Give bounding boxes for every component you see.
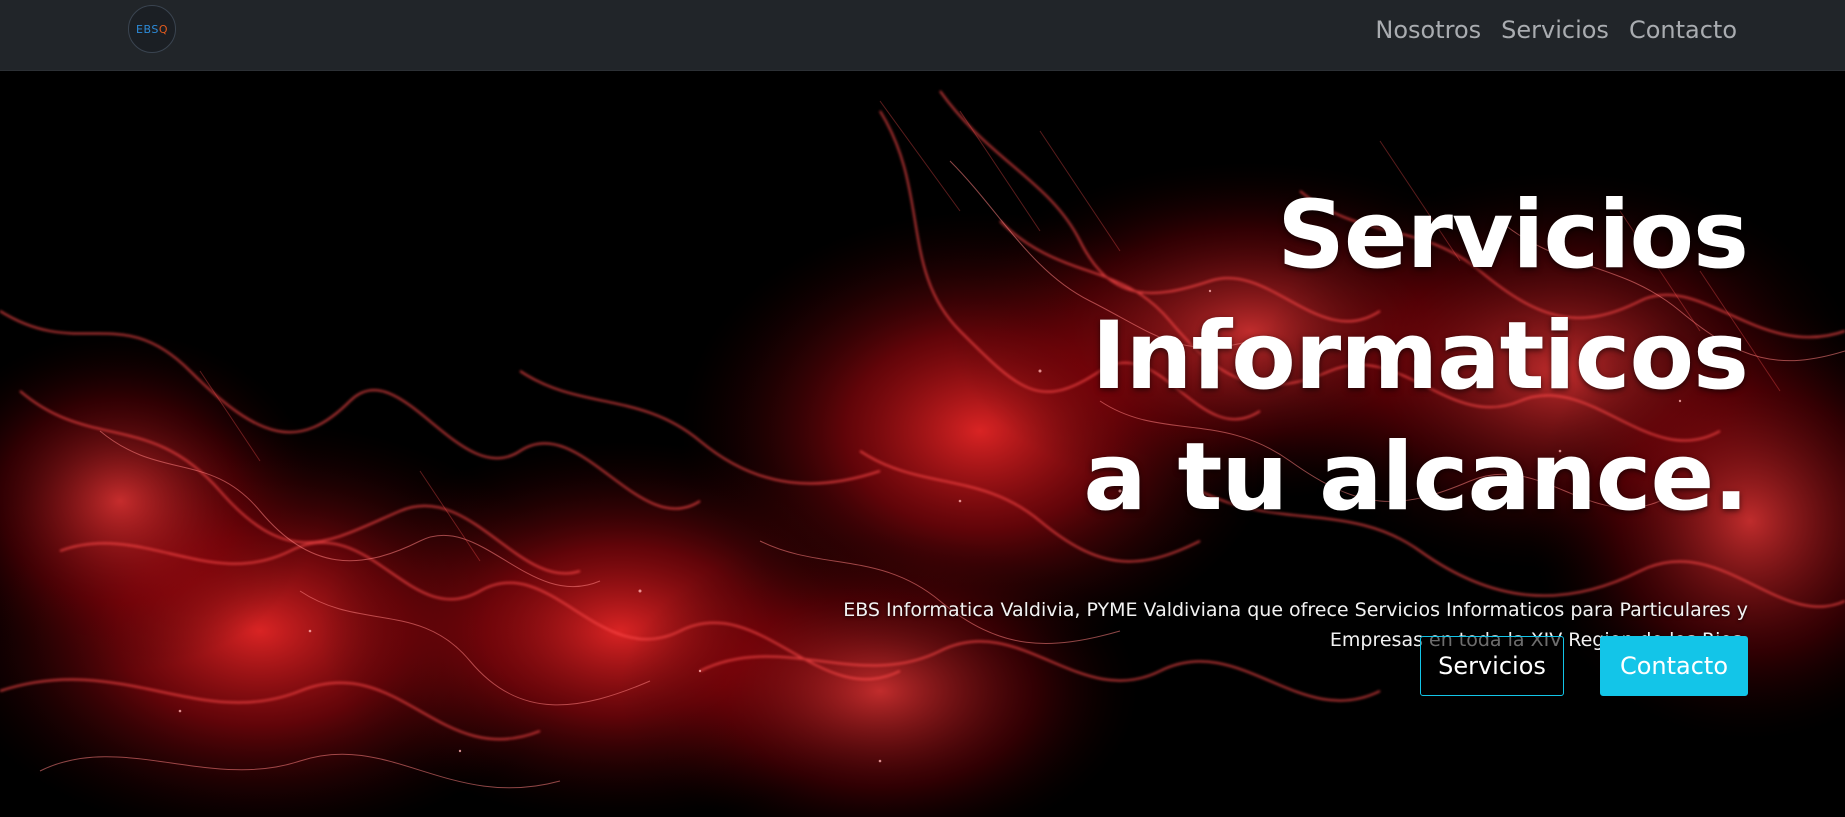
subtitle-line-1: EBS Informatica Valdivia, PYME Valdivian… xyxy=(843,599,1748,621)
logo-mark: Q xyxy=(158,22,168,36)
logo-text: EBS xyxy=(136,22,159,36)
headline-line-1: Servicios xyxy=(1277,181,1749,290)
nav-link-nosotros[interactable]: Nosotros xyxy=(1375,16,1481,44)
nav-link-servicios[interactable]: Servicios xyxy=(1501,16,1609,44)
hero-section: Servicios Informaticos a tu alcance. EBS… xyxy=(0,71,1845,817)
servicios-button[interactable]: Servicios xyxy=(1420,636,1564,696)
nav-link-contacto[interactable]: Contacto xyxy=(1629,16,1737,44)
nav-links: Nosotros Servicios Contacto xyxy=(1375,0,1737,59)
hero-headline: Servicios Informaticos a tu alcance. xyxy=(788,175,1749,538)
hero-content: Servicios Informaticos a tu alcance. EBS… xyxy=(788,175,1749,655)
ebs-logo-icon[interactable]: EBS Q xyxy=(128,5,176,53)
hero-buttons: Servicios Contacto xyxy=(1420,636,1748,696)
headline-line-3: a tu alcance. xyxy=(1083,423,1749,532)
contacto-button[interactable]: Contacto xyxy=(1600,636,1748,696)
headline-line-2: Informaticos xyxy=(1091,302,1749,411)
navbar: EBS Q Nosotros Servicios Contacto xyxy=(0,0,1845,71)
